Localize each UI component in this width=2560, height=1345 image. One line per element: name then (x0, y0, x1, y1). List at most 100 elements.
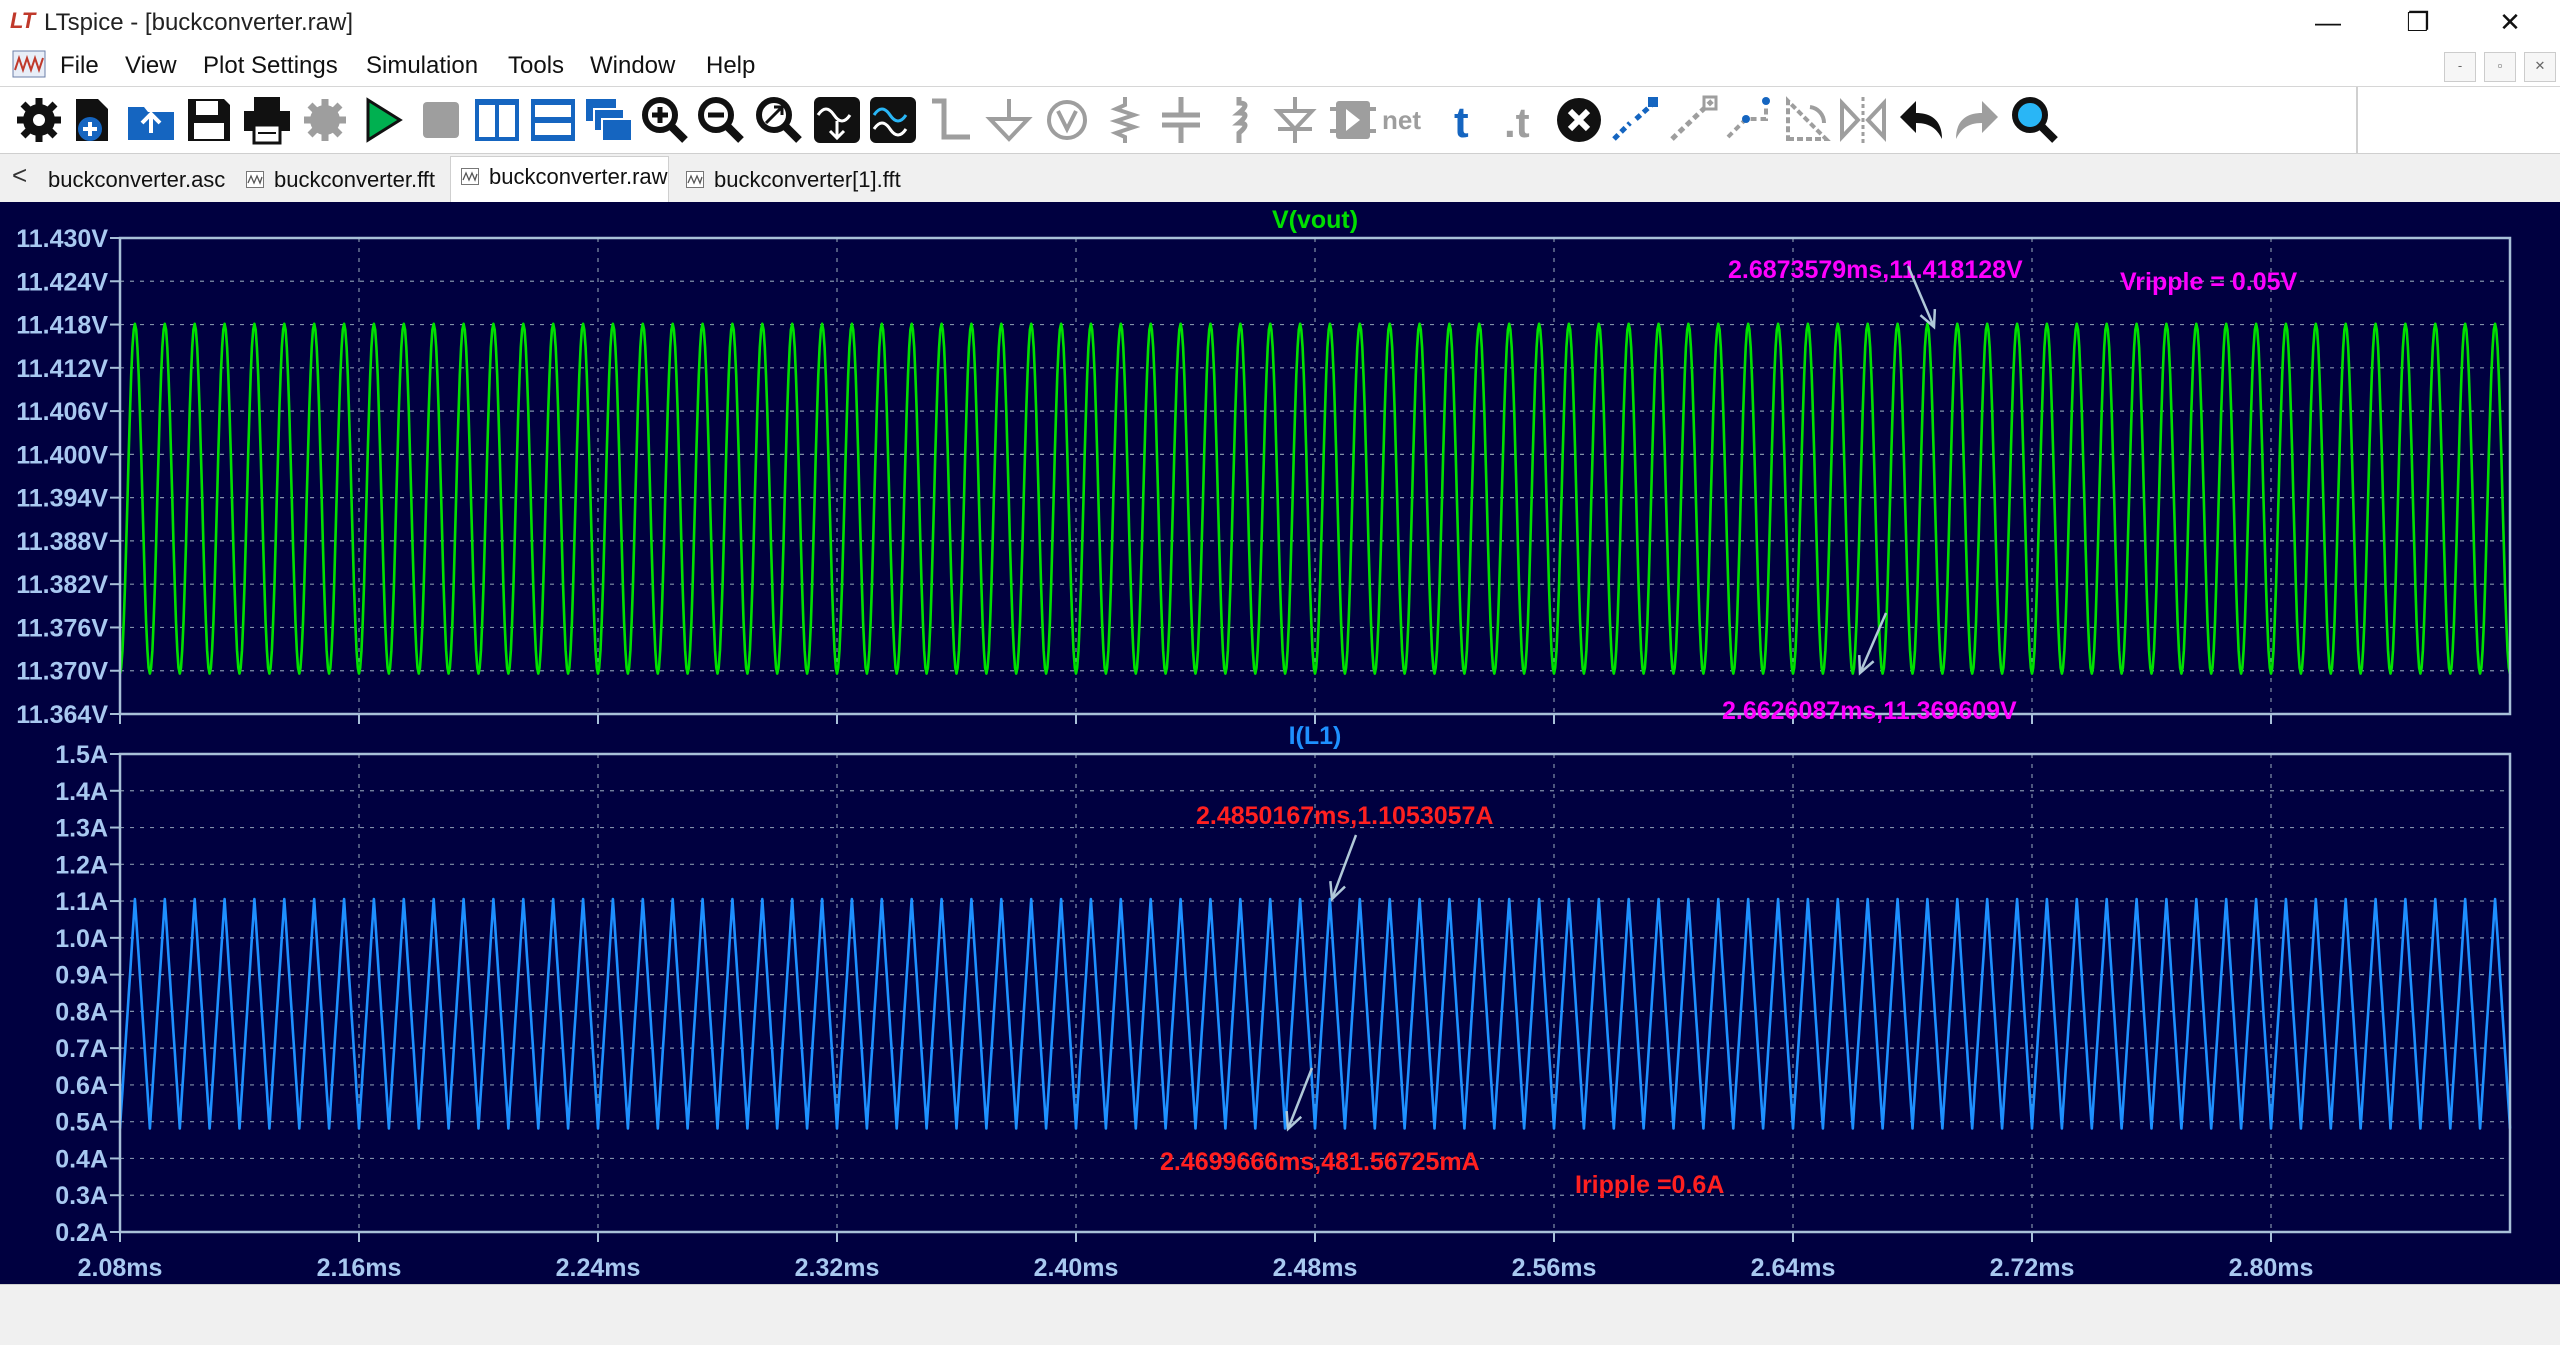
waveform-tab-icon (246, 171, 264, 188)
gear-icon[interactable] (12, 93, 66, 147)
menu-view[interactable]: View (125, 52, 177, 80)
zoom-in-icon[interactable] (638, 93, 692, 147)
tab-label: buckconverter.raw (489, 164, 668, 189)
inductor-icon[interactable] (1212, 93, 1266, 147)
menu-help[interactable]: Help (706, 52, 755, 80)
minimize-button[interactable]: — (2288, 0, 2368, 44)
y-tick-label: 1.4A (55, 778, 108, 806)
duplicate-icon[interactable] (1608, 93, 1662, 147)
y-tick-label: 0.8A (55, 998, 108, 1026)
maximize-button[interactable]: ❐ (2378, 0, 2458, 44)
menu-tools[interactable]: Tools (508, 52, 564, 80)
tab-buckconverter-asc[interactable]: buckconverter.asc (10, 160, 225, 200)
tab-buckconverter-1-fft[interactable]: buckconverter[1].fft (676, 160, 901, 200)
print-icon[interactable] (240, 93, 294, 147)
run-icon[interactable] (356, 93, 410, 147)
y-tick-label: 11.430V (16, 225, 108, 253)
delete-icon[interactable] (1552, 93, 1606, 147)
menu-bar: File View Plot Settings Simulation Tools… (0, 44, 2560, 87)
menu-window[interactable]: Window (590, 52, 675, 80)
zoom-fit-icon[interactable] (752, 93, 806, 147)
mdi-close-button[interactable]: ✕ (2524, 52, 2556, 82)
mdi-minimize-button[interactable]: - (2444, 52, 2476, 82)
y-tick-label: 11.382V (16, 571, 108, 599)
cursor-annotation-label: 2.6873579ms,11.418128V (1728, 256, 2023, 284)
x-tick-label: 2.72ms (1990, 1254, 2075, 1282)
y-tick-label: 1.5A (55, 741, 108, 769)
waveform-viewer[interactable]: V(vout) 11.430V 11.424V 11.418V 11.412V 11.40… (0, 202, 2560, 1284)
status-bar (0, 1284, 2560, 1345)
redo-icon[interactable] (1950, 93, 2004, 147)
spice-directive-icon[interactable]: net (1380, 93, 1434, 147)
y-tick-label: 1.2A (55, 851, 108, 879)
wire-icon[interactable] (924, 93, 978, 147)
waveform-tab-icon (461, 168, 479, 185)
menu-file[interactable]: File (60, 52, 99, 80)
drag-icon[interactable] (1722, 93, 1776, 147)
y-tick-label: 1.3A (55, 815, 108, 843)
tab-buckconverter-raw[interactable]: buckconverter.raw (450, 156, 669, 202)
rotate-icon[interactable] (1780, 93, 1834, 147)
control-panel-icon[interactable] (298, 93, 352, 147)
svg-text:.t: .t (1504, 99, 1530, 146)
waveform-doc-icon (12, 50, 46, 78)
y-tick-label: 0.5A (55, 1109, 108, 1137)
cascade-icon[interactable] (582, 93, 636, 147)
y-tick-label: 0.2A (55, 1219, 108, 1247)
mdi-restore-button[interactable]: ▫ (2484, 52, 2516, 82)
spice-text-icon[interactable]: .t (1496, 93, 1550, 147)
x-tick-label: 2.08ms (78, 1254, 163, 1282)
y-tick-label: 11.376V (16, 614, 108, 642)
x-tick-label: 2.16ms (317, 1254, 402, 1282)
new-schematic-icon[interactable] (66, 93, 120, 147)
capacitor-icon[interactable] (1154, 93, 1208, 147)
svg-text:t: t (1454, 98, 1469, 147)
fft-icon[interactable] (866, 93, 920, 147)
x-tick-label: 2.80ms (2229, 1254, 2314, 1282)
find-icon[interactable] (2008, 93, 2062, 147)
close-button[interactable]: ✕ (2470, 0, 2550, 44)
tile-horizontal-icon[interactable] (526, 93, 580, 147)
y-tick-label: 0.6A (55, 1072, 108, 1100)
y-tick-label: 11.364V (16, 701, 108, 729)
autorange-icon[interactable] (810, 93, 864, 147)
trace-title: V(vout) (1272, 206, 1358, 234)
tile-vertical-icon[interactable] (470, 93, 524, 147)
ltspice-logo-icon: LT (10, 8, 36, 33)
menu-plot-settings[interactable]: Plot Settings (203, 52, 338, 80)
tab-buckconverter-fft[interactable]: buckconverter.fft (236, 160, 435, 200)
x-tick-label: 2.40ms (1034, 1254, 1119, 1282)
menu-simulation[interactable]: Simulation (366, 52, 478, 80)
mirror-icon[interactable] (1836, 93, 1890, 147)
y-tick-label: 11.406V (16, 398, 108, 426)
y-tick-label: 11.418V (16, 312, 108, 340)
move-icon[interactable] (1666, 93, 1720, 147)
component-icon[interactable] (1326, 93, 1380, 147)
tab-label: buckconverter.fft (274, 167, 436, 192)
y-tick-label: 11.370V (16, 658, 108, 686)
label-net-icon[interactable] (1040, 93, 1094, 147)
save-icon[interactable] (182, 93, 236, 147)
x-tick-label: 2.64ms (1751, 1254, 1836, 1282)
y-tick-label: 1.1A (55, 888, 108, 916)
x-tick-label: 2.24ms (556, 1254, 641, 1282)
undo-icon[interactable] (1894, 93, 1948, 147)
annotation-arrow (1286, 1067, 1314, 1130)
cursor-annotation-label: Vripple = 0.05V (2120, 268, 2298, 296)
open-icon[interactable] (124, 93, 178, 147)
cursor-annotation-label: 2.6626087ms,11.369609V (1722, 697, 2017, 725)
text-icon[interactable]: t (1440, 93, 1494, 147)
resistor-icon[interactable] (1098, 93, 1152, 147)
halt-icon[interactable] (414, 93, 468, 147)
zoom-out-icon[interactable] (694, 93, 748, 147)
x-tick-label: 2.32ms (795, 1254, 880, 1282)
y-tick-label: 1.0A (55, 925, 108, 953)
tab-label: buckconverter.asc (48, 167, 226, 192)
y-tick-label: 0.4A (55, 1145, 108, 1173)
x-tick-label: 2.56ms (1512, 1254, 1597, 1282)
diode-icon[interactable] (1268, 93, 1322, 147)
title-bar: LT LTspice - [buckconverter.raw] — ❐ ✕ (0, 0, 2560, 44)
ground-icon[interactable] (982, 93, 1036, 147)
waveform-chart[interactable]: V(vout) 11.430V 11.424V 11.418V 11.412V 11.40… (0, 202, 2560, 1284)
annotation-arrow (1330, 834, 1358, 900)
